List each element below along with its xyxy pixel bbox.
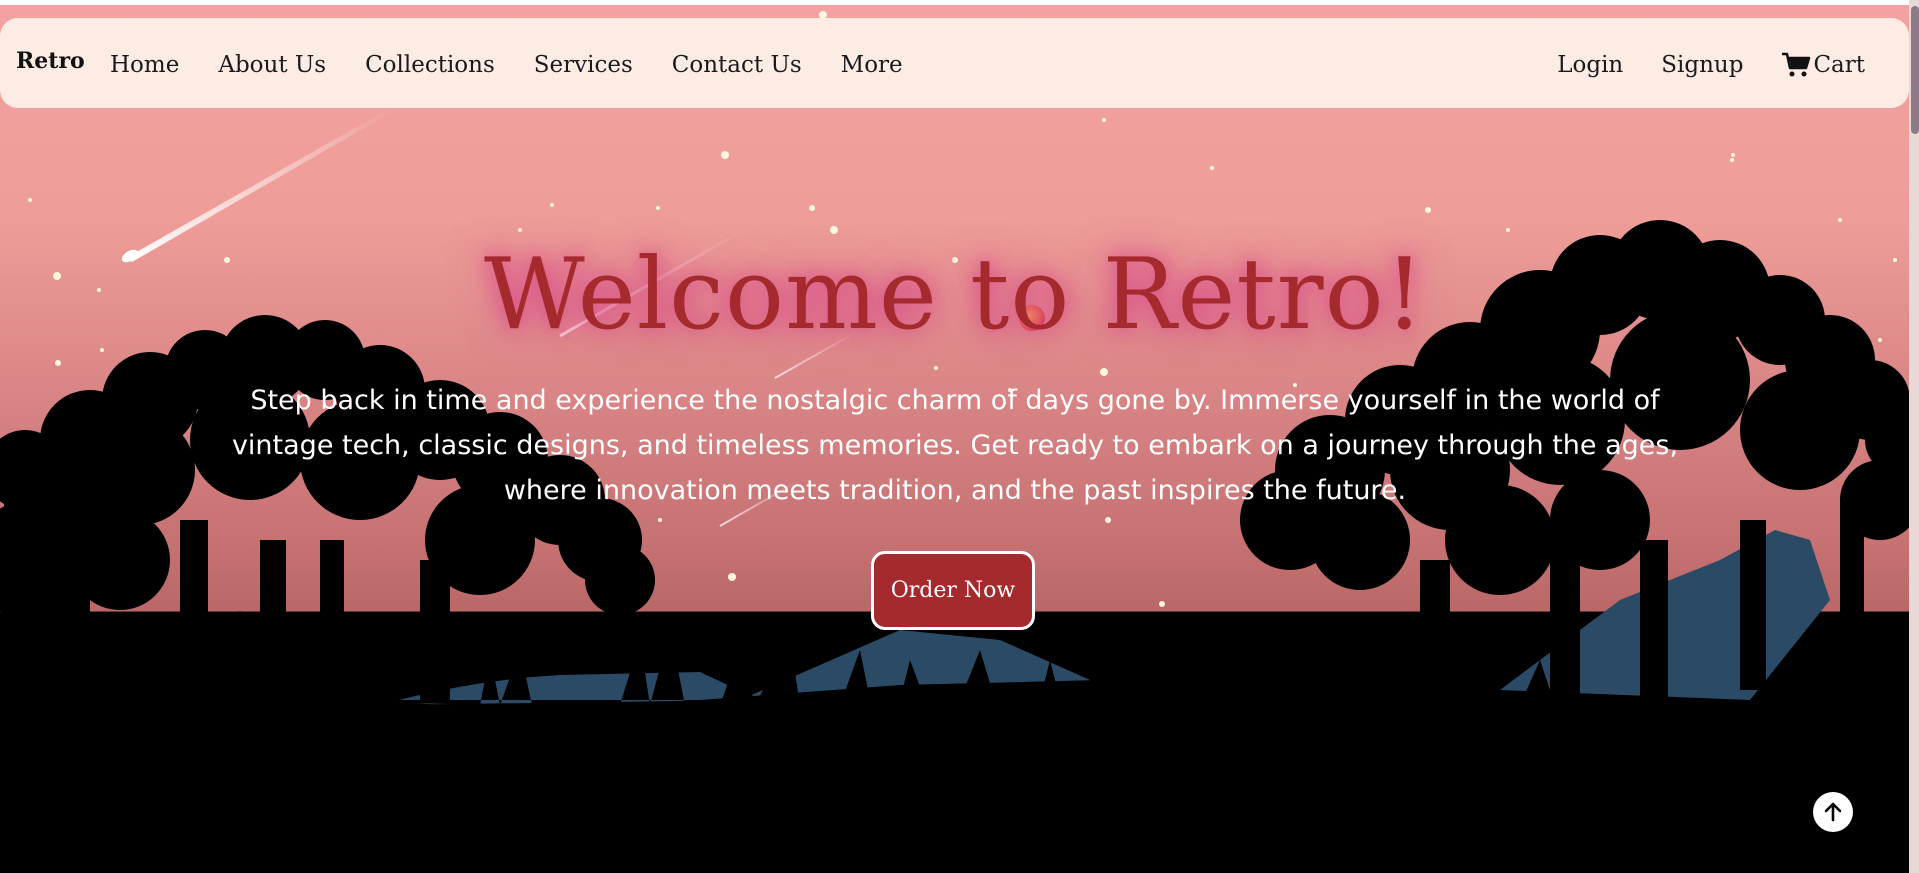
scroll-to-top-button[interactable] <box>1813 792 1853 832</box>
cart-link[interactable]: Cart <box>1781 52 1865 78</box>
nav-item-home[interactable]: Home <box>110 52 179 78</box>
order-now-button[interactable]: Order Now <box>871 551 1035 630</box>
cart-label: Cart <box>1813 52 1865 78</box>
page: Retro Home About Us Collections Services… <box>0 0 1919 873</box>
hero-description: Step back in time and experience the nos… <box>231 385 1679 506</box>
nav-item-more[interactable]: More <box>841 52 903 78</box>
navbar: Retro Home About Us Collections Services… <box>0 18 1909 108</box>
login-link[interactable]: Login <box>1557 52 1623 78</box>
nav-item-about-us[interactable]: About Us <box>218 52 326 78</box>
arrow-up-icon <box>1824 802 1842 822</box>
signup-link[interactable]: Signup <box>1661 52 1743 78</box>
brand-logo[interactable]: Retro <box>16 48 85 74</box>
page-scrollbar-thumb[interactable] <box>1911 6 1919 134</box>
nav-item-contact-us[interactable]: Contact Us <box>672 52 802 78</box>
nav-item-collections[interactable]: Collections <box>365 52 495 78</box>
nav-auth: Login Signup Cart <box>1519 52 1865 78</box>
nav-links: Home About Us Collections Services Conta… <box>110 52 942 78</box>
nav-item-services[interactable]: Services <box>534 52 633 78</box>
hero-title: Welcome to Retro! <box>484 238 1425 352</box>
shopping-cart-icon <box>1782 52 1811 77</box>
